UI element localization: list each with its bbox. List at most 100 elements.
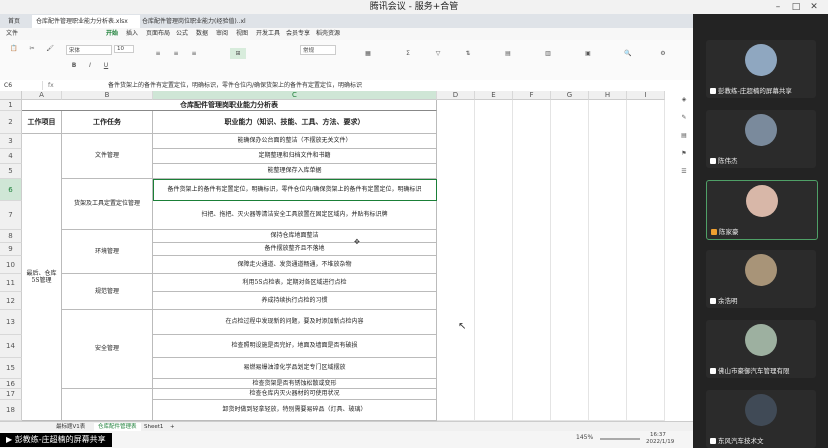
row-header[interactable]: 11 [0,274,22,292]
minimize-icon[interactable]: – [772,1,784,13]
menu-insert[interactable]: 插入 [126,28,138,40]
ability-cell-selected[interactable]: 备件货架上的备件有定置定位，明确标识，零件仓位内/确保货架上的备件有定置定位，明… [153,179,437,201]
find-icon[interactable]: 🔍 [620,48,636,59]
underline-icon[interactable]: U [98,60,114,71]
table-title[interactable]: 仓库配件管理岗职业能力分析表 [22,100,437,111]
row-header[interactable]: 15 [0,358,22,379]
header-work-task[interactable]: 工作任务 [62,111,153,134]
font-name-select[interactable]: 宋体 [66,45,112,55]
row-header[interactable]: 6 [0,179,22,201]
menu-member[interactable]: 会员专享 [286,28,310,40]
menu-data[interactable]: 数据 [196,28,208,40]
participant-tile-active[interactable]: 陈家豪 [706,180,818,240]
row-header[interactable]: 1 [0,100,22,111]
column-header-b[interactable]: B [62,91,153,100]
column-header-a[interactable]: A [22,91,62,100]
side-tool-icon[interactable]: ◈ [676,94,692,105]
tab-document-2[interactable]: 仓库配件管理岗位职业能力(经验值)..xls [138,15,246,28]
cut-icon[interactable]: ✂ [24,43,40,54]
italic-icon[interactable]: I [82,60,98,71]
row-header[interactable]: 12 [0,292,22,310]
row-header[interactable]: 18 [0,400,22,421]
menu-developer[interactable]: 开发工具 [256,28,280,40]
select-all-corner[interactable] [0,91,22,100]
grid-column-h[interactable] [589,100,627,421]
ability-cell[interactable]: 保障走火通道、发货通道畅通，不堆放杂物 [153,256,437,274]
task-cell[interactable] [62,389,153,421]
row-header[interactable]: 9 [0,243,22,256]
ability-cell[interactable]: 能确保办公台面的整洁（不摆放无关文件） [153,134,437,149]
menu-home[interactable]: 开始 [106,28,118,40]
side-tool-icon[interactable]: ✎ [676,112,692,123]
align-right-icon[interactable]: ≡ [186,48,202,59]
row-header[interactable]: 8 [0,230,22,243]
task-cell[interactable]: 环境管理 [62,230,153,274]
menu-file[interactable]: 文件 [6,28,18,40]
ability-cell[interactable]: 能整理保存入库单据 [153,164,437,179]
font-size-select[interactable]: 10 [114,45,134,53]
grid-column-f[interactable] [513,100,551,421]
ability-cell[interactable]: 定期整理和归档文件和书籍 [153,149,437,164]
ability-cell[interactable]: 养成持续执行点检的习惯 [153,292,437,310]
grid-column-i[interactable] [627,100,665,421]
tab-home[interactable]: 首页 [4,15,34,28]
ability-cell[interactable]: 检查仓库内灭火器材的可使用状况 [153,389,437,400]
sum-icon[interactable]: Σ [400,48,416,59]
ability-cell[interactable]: 易燃易爆油漆化学品划定专门区域摆放 [153,358,437,379]
ability-cell[interactable]: 保持仓库地面整洁 [153,230,437,243]
side-tool-icon[interactable]: ⚑ [676,148,692,159]
participant-tile[interactable]: 佛山市豪御汽车管理有限 [706,320,816,378]
zoom-slider[interactable] [600,438,640,440]
sheet-tab[interactable]: 最标题V1表 [52,423,89,431]
project-cell[interactable]: 最后、仓库5S管理 [22,134,62,421]
ability-cell[interactable]: 检查货架是否有锈蚀松散或变形 [153,379,437,389]
row-header[interactable]: 16 [0,379,22,389]
ability-cell[interactable]: 扫把、拖把、灭火器等清洁安全工具放置在固定区域内，并贴有标识牌 [153,201,437,230]
task-cell[interactable]: 货架及工具定置定位管理 [62,179,153,230]
paste-icon[interactable]: 📋 [6,43,22,54]
row-header[interactable]: 17 [0,389,22,400]
menu-page-layout[interactable]: 页面布局 [146,28,170,40]
row-header[interactable]: 2 [0,111,22,134]
conditional-format-icon[interactable]: ▦ [360,48,376,59]
ability-cell[interactable]: 卸货时做到轻拿轻放，特别需要易碎品（灯具、玻璃） [153,400,437,421]
add-sheet-icon[interactable]: + [166,423,179,431]
ability-cell[interactable]: 利用5S点检表，定期对各区域进行点检 [153,274,437,292]
row-header[interactable]: 13 [0,310,22,335]
ability-cell[interactable]: 备件摆放整齐且不落地 [153,243,437,256]
row-header[interactable]: 7 [0,201,22,230]
menu-view[interactable]: 视图 [236,28,248,40]
formula-input[interactable]: 备件货架上的备件有定置定位，明确标识，零件仓位内/确保货架上的备件有定置定位，明… [108,81,668,90]
row-header[interactable]: 3 [0,134,22,149]
grid-column-e[interactable] [475,100,513,421]
header-work-item[interactable]: 工作项目 [22,111,62,134]
fill-icon[interactable]: ▤ [500,48,516,59]
zoom-level[interactable]: 145% [576,434,593,441]
side-tool-icon[interactable]: ▤ [676,130,692,141]
participant-tile[interactable]: 陈伟杰 [706,110,816,168]
participant-tile[interactable]: 东风汽车技术文 [706,390,816,448]
participant-tile[interactable]: 彭教练-庄超楠的屏幕共享 [706,40,816,98]
header-ability[interactable]: 职业能力（知识、技能、工具、方法、要求） [153,111,437,134]
name-box[interactable]: C6 [4,81,43,90]
row-header[interactable]: 14 [0,335,22,358]
sort-icon[interactable]: ⇅ [460,48,476,59]
column-header-i[interactable]: I [627,91,665,100]
row-header[interactable]: 4 [0,149,22,164]
menu-review[interactable]: 审阅 [216,28,228,40]
sheet-tab[interactable]: Sheet1 [140,423,167,431]
merge-center-icon[interactable]: ⊞ [230,48,246,59]
column-header-d[interactable]: D [437,91,475,100]
task-cell[interactable]: 文件管理 [62,134,153,179]
close-icon[interactable]: ✕ [808,1,820,13]
column-header-g[interactable]: G [551,91,589,100]
maximize-icon[interactable]: □ [790,1,802,13]
rows-columns-icon[interactable]: ▥ [540,48,556,59]
ability-cell[interactable]: 在点检过程中发现新的问题，要及时添加新点检内容 [153,310,437,335]
column-header-h[interactable]: H [589,91,627,100]
filter-icon[interactable]: ▽ [430,48,446,59]
task-cell[interactable]: 规范管理 [62,274,153,310]
column-header-f[interactable]: F [513,91,551,100]
format-painter-icon[interactable]: 🖌 [42,43,58,54]
tools-icon[interactable]: ⚙ [655,48,671,59]
